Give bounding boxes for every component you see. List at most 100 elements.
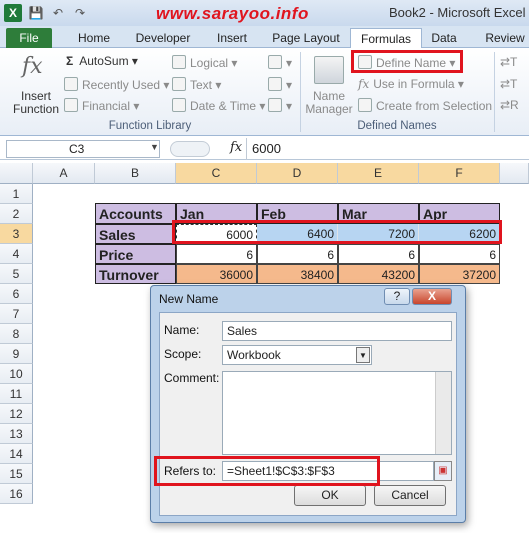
fx-icon: fx xyxy=(358,77,370,91)
formula-input[interactable]: 6000 xyxy=(252,140,281,158)
name-box[interactable]: C3 xyxy=(6,140,160,158)
tab-page-layout[interactable]: Page Layout xyxy=(268,28,344,48)
cell-b2[interactable]: Accounts xyxy=(95,203,176,224)
tab-insert[interactable]: Insert xyxy=(206,28,258,48)
calendar-icon xyxy=(172,98,186,112)
create-from-selection-icon xyxy=(358,98,372,112)
dialog-title: New Name xyxy=(159,292,219,306)
watermark: www.sarayoo.info xyxy=(156,4,309,23)
tab-formulas[interactable]: Formulas xyxy=(350,28,422,49)
scope-select[interactable]: Workbook xyxy=(222,345,372,365)
cell-e5[interactable]: 43200 xyxy=(338,264,419,284)
use-in-formula-button[interactable]: fx Use in Formula ▾ xyxy=(358,77,464,91)
chevron-down-icon[interactable]: ▼ xyxy=(356,347,370,363)
chevron-down-icon[interactable]: ▼ xyxy=(150,142,159,152)
comment-textarea[interactable] xyxy=(222,371,452,455)
sigma-icon: Σ xyxy=(66,54,74,68)
logical-icon xyxy=(172,55,186,69)
row-header[interactable]: 11 xyxy=(0,384,33,404)
undo-icon[interactable]: ↶ xyxy=(50,5,66,21)
use-in-formula-label: Use in Formula xyxy=(373,77,455,91)
row-header[interactable]: 12 xyxy=(0,404,33,424)
save-icon[interactable]: 💾 xyxy=(28,5,44,21)
financial-icon xyxy=(64,98,78,112)
close-button[interactable]: X xyxy=(412,288,452,305)
column-header[interactable]: B xyxy=(95,163,176,184)
create-from-selection-button[interactable]: Create from Selection xyxy=(358,98,492,113)
name-manager-button[interactable]: Name Manager xyxy=(304,90,354,116)
row-header[interactable]: 13 xyxy=(0,424,33,444)
financial-label: Financial xyxy=(82,99,131,113)
cell-c5[interactable]: 36000 xyxy=(176,264,257,284)
autosum-button[interactable]: Σ AutoSum ▾ xyxy=(66,54,138,68)
cell-e4[interactable]: 6 xyxy=(338,244,419,264)
cell-b5[interactable]: Turnover xyxy=(95,264,176,284)
text-label: Text xyxy=(190,78,213,92)
cell-d4[interactable]: 6 xyxy=(257,244,338,264)
tab-review[interactable]: Review xyxy=(480,28,529,48)
collapse-dialog-icon[interactable]: ▣ xyxy=(434,461,452,481)
column-header[interactable] xyxy=(500,163,529,184)
column-header[interactable]: C xyxy=(176,163,257,184)
financial-button[interactable]: Financial ▾ xyxy=(64,98,139,113)
row-header[interactable]: 2 xyxy=(0,204,33,224)
row-header[interactable]: 15 xyxy=(0,464,33,484)
date-time-label: Date & Time xyxy=(190,99,257,113)
row-header[interactable]: 7 xyxy=(0,304,33,324)
row-header[interactable]: 10 xyxy=(0,364,33,384)
scrollbar[interactable] xyxy=(435,372,451,454)
tab-file[interactable]: File xyxy=(6,28,52,48)
row-header[interactable]: 3 xyxy=(0,224,33,244)
row-header[interactable]: 4 xyxy=(0,244,33,264)
column-header[interactable]: D xyxy=(257,163,338,184)
math-icon[interactable]: ▾ xyxy=(268,77,292,92)
select-all-corner[interactable] xyxy=(0,163,33,184)
cell-f4[interactable]: 6 xyxy=(419,244,500,264)
name-field[interactable]: Sales xyxy=(222,321,452,341)
trace-dependents-icon[interactable]: ⇄T xyxy=(500,77,517,91)
excel-logo-icon: X xyxy=(4,4,22,22)
insert-function-button[interactable]: Insert Function xyxy=(10,90,62,116)
lookup-icon[interactable]: ▾ xyxy=(268,55,292,70)
row-header[interactable]: 8 xyxy=(0,324,33,344)
help-button[interactable]: ? xyxy=(384,288,410,305)
create-from-selection-label: Create from Selection xyxy=(376,99,493,113)
tab-home[interactable]: Home xyxy=(66,28,122,48)
row-header[interactable]: 1 xyxy=(0,184,33,204)
cell-f5[interactable]: 37200 xyxy=(419,264,500,284)
cell-d5[interactable]: 38400 xyxy=(257,264,338,284)
column-header[interactable]: F xyxy=(419,163,500,184)
cancel-button[interactable]: Cancel xyxy=(374,485,446,506)
highlight-refers-to xyxy=(154,456,380,486)
cell-c4[interactable]: 6 xyxy=(176,244,257,264)
text-button[interactable]: Text ▾ xyxy=(172,77,221,92)
date-time-button[interactable]: Date & Time ▾ xyxy=(172,98,265,113)
divider xyxy=(246,138,247,160)
recently-used-button[interactable]: Recently Used ▾ xyxy=(64,77,169,92)
comment-label: Comment: xyxy=(164,371,220,385)
tab-data[interactable]: Data xyxy=(422,28,466,48)
row-header[interactable]: 5 xyxy=(0,264,33,284)
trace-precedents-icon[interactable]: ⇄T xyxy=(500,55,517,69)
ok-button[interactable]: OK xyxy=(294,485,366,506)
row-header[interactable]: 14 xyxy=(0,444,33,464)
new-name-dialog: New Name ? X Name: Sales Scope: Workbook… xyxy=(150,285,466,523)
column-header[interactable]: A xyxy=(33,163,95,184)
row-header[interactable]: 6 xyxy=(0,284,33,304)
cell-b3[interactable]: Sales xyxy=(95,224,176,244)
insert-function-fx-icon[interactable]: fx xyxy=(230,140,242,155)
expand-handle[interactable] xyxy=(170,141,210,157)
more-functions-icon[interactable]: ▾ xyxy=(268,98,292,113)
tab-developer[interactable]: Developer xyxy=(130,28,196,48)
cell-b4[interactable]: Price xyxy=(95,244,176,264)
group-defined-names: Defined Names xyxy=(357,120,437,132)
row-header[interactable]: 16 xyxy=(0,484,33,504)
insert-function-icon: fx xyxy=(22,54,43,79)
redo-icon[interactable]: ↷ xyxy=(72,5,88,21)
row-header[interactable]: 9 xyxy=(0,344,33,364)
title-bar: X 💾 ↶ ↷ www.sarayoo.info Book2 - Microso… xyxy=(0,0,529,26)
remove-arrows-icon[interactable]: ⇄R xyxy=(500,98,519,112)
autosum-label: AutoSum xyxy=(79,54,129,68)
logical-button[interactable]: Logical ▾ xyxy=(172,55,237,70)
column-header[interactable]: E xyxy=(338,163,419,184)
